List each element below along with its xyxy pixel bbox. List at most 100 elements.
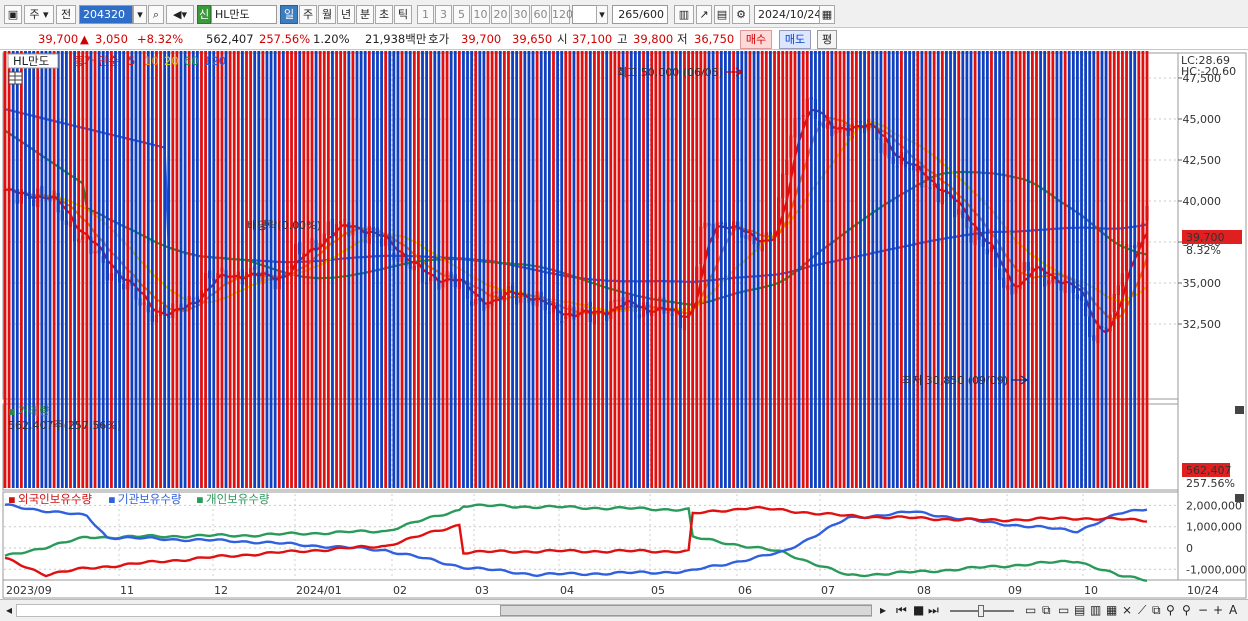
price-tick-label: 35,000 — [1183, 277, 1222, 290]
volume-bar — [998, 51, 1002, 488]
stock-code-input[interactable]: 204320 — [79, 5, 133, 24]
volume-bar — [310, 51, 314, 488]
volume-bar — [343, 51, 347, 488]
layout-icon-5[interactable]: ▥ — [1090, 603, 1101, 618]
prev-button[interactable]: 전 — [56, 5, 76, 24]
zoom-slider-handle[interactable] — [978, 605, 984, 617]
volume-bar — [363, 51, 367, 488]
volume-bar — [269, 51, 273, 488]
crosshair-icon[interactable]: ⨯ — [1122, 603, 1132, 618]
volume-bar — [171, 51, 175, 488]
volume-bar — [564, 51, 568, 488]
window-menu-icon[interactable]: ▣ — [4, 5, 22, 24]
candle-type-icon[interactable]: ▥ — [674, 5, 694, 24]
volume-bar — [760, 51, 764, 488]
period-minute[interactable]: 분 — [356, 5, 374, 24]
count-field[interactable]: 265/600 — [612, 5, 668, 24]
compare-icon[interactable]: ⧉ — [1152, 603, 1161, 618]
interval-5[interactable]: 5 — [453, 5, 470, 24]
speaker-icon[interactable]: ◀▾ — [166, 5, 194, 24]
stop-icon[interactable]: ■ — [913, 603, 924, 618]
volume-bar — [1018, 51, 1022, 488]
volume-bar — [818, 51, 821, 488]
chart-scrollbar[interactable]: ◂ ▸ ⏮ ■ ⏭ ▭ ⧉ ▭ ▤ ▥ ▦ ⨯ ⟋ ⧉ ⚲ ⚲ − + A — [0, 599, 1248, 621]
holdings-tick-label: 1,000,000 — [1186, 521, 1242, 534]
minus-icon[interactable]: − — [1198, 603, 1208, 618]
interval-10[interactable]: 10 — [471, 5, 490, 24]
stock-chart[interactable]: HL만도 종가 단순 5 10 20 60 120 최고 50,000 (06/… — [0, 51, 1248, 599]
volume-bar — [715, 51, 719, 488]
volume-bar — [875, 51, 879, 488]
x-tick-label: 05 — [651, 584, 665, 597]
scroll-thumb[interactable] — [500, 605, 872, 616]
volume-bar — [1059, 51, 1063, 488]
draw-tool-icon[interactable]: ↗ — [696, 5, 712, 24]
draw-line-icon[interactable]: ⟋ — [1138, 603, 1146, 618]
volume-bar — [1006, 51, 1010, 488]
eval-button[interactable]: 평 — [817, 30, 837, 49]
volume-bar — [290, 51, 293, 489]
volume-bar — [478, 51, 482, 488]
go-last-icon[interactable]: ⏭ — [928, 603, 939, 618]
volume-bar — [707, 51, 711, 488]
volume-bar — [691, 51, 695, 488]
volume-bar — [904, 51, 907, 488]
font-size-icon[interactable]: A — [1229, 603, 1237, 618]
volume-bar — [175, 51, 179, 488]
interval-60[interactable]: 60 — [531, 5, 550, 24]
period-month[interactable]: 월 — [318, 5, 336, 24]
calendar-icon[interactable]: ▦ — [819, 5, 835, 24]
holdings-panel-close-icon[interactable] — [1235, 494, 1244, 502]
interval-120[interactable]: 120 — [551, 5, 573, 24]
layout-icon-3[interactable]: ▭ — [1058, 603, 1069, 618]
stock-name-field[interactable]: HL만도 — [211, 5, 277, 24]
volume-bar — [1022, 51, 1026, 488]
zoom-icon[interactable]: ⚲ — [1166, 603, 1175, 618]
layout-icon-2[interactable]: ⧉ — [1042, 603, 1051, 618]
market-select[interactable]: 주 ▾ — [24, 5, 54, 24]
date-input[interactable]: 2024/10/24 — [754, 5, 821, 24]
volume-bar — [1112, 51, 1116, 488]
save-icon[interactable]: ▤ — [714, 5, 730, 24]
layout-icon-6[interactable]: ▦ — [1106, 603, 1117, 618]
period-week[interactable]: 주 — [299, 5, 317, 24]
zoom-out-icon[interactable]: ⚲ — [1182, 603, 1191, 618]
volume-bar — [789, 51, 793, 488]
buy-button[interactable]: 매수 — [740, 30, 772, 49]
interval-dropdown-icon[interactable]: ▾ — [596, 5, 608, 24]
volume-bar — [216, 51, 220, 488]
period-second[interactable]: 초 — [375, 5, 393, 24]
interval-1[interactable]: 1 — [417, 5, 434, 24]
settings-icon[interactable]: ⚙ — [732, 5, 750, 24]
plus-icon[interactable]: + — [1213, 603, 1223, 618]
interval-3[interactable]: 3 — [435, 5, 452, 24]
holdings-tick-label: 0 — [1186, 542, 1193, 555]
period-day[interactable]: 일 — [280, 5, 298, 24]
volume-bar — [584, 51, 588, 488]
period-year[interactable]: 년 — [337, 5, 355, 24]
volume-bar — [236, 51, 240, 488]
volume-bar — [1108, 51, 1112, 488]
volume-bar — [543, 51, 547, 489]
interval-30[interactable]: 30 — [511, 5, 530, 24]
volume-bar — [1063, 51, 1067, 488]
search-icon[interactable]: ⌕ — [148, 5, 164, 24]
period-tick[interactable]: 틱 — [394, 5, 412, 24]
layout-icon-1[interactable]: ▭ — [1025, 603, 1036, 618]
scroll-left-icon[interactable]: ◂ — [6, 603, 12, 618]
volume-bar — [670, 51, 674, 488]
volume-bar — [187, 51, 191, 489]
volume-bar — [355, 51, 359, 488]
scroll-right-icon[interactable]: ▸ — [880, 603, 886, 618]
go-first-icon[interactable]: ⏮ — [896, 603, 907, 618]
volume-bar — [854, 51, 858, 488]
layout-icon-4[interactable]: ▤ — [1074, 603, 1085, 618]
volume-bar — [155, 51, 158, 488]
interval-20[interactable]: 20 — [491, 5, 510, 24]
volume-bar — [224, 51, 228, 488]
volume-bar — [932, 51, 936, 488]
volume-panel-close-icon[interactable] — [1235, 406, 1244, 414]
sell-button[interactable]: 매도 — [779, 30, 811, 49]
stock-code-dropdown-icon[interactable]: ▾ — [133, 5, 147, 24]
volume-bar — [1141, 51, 1145, 488]
